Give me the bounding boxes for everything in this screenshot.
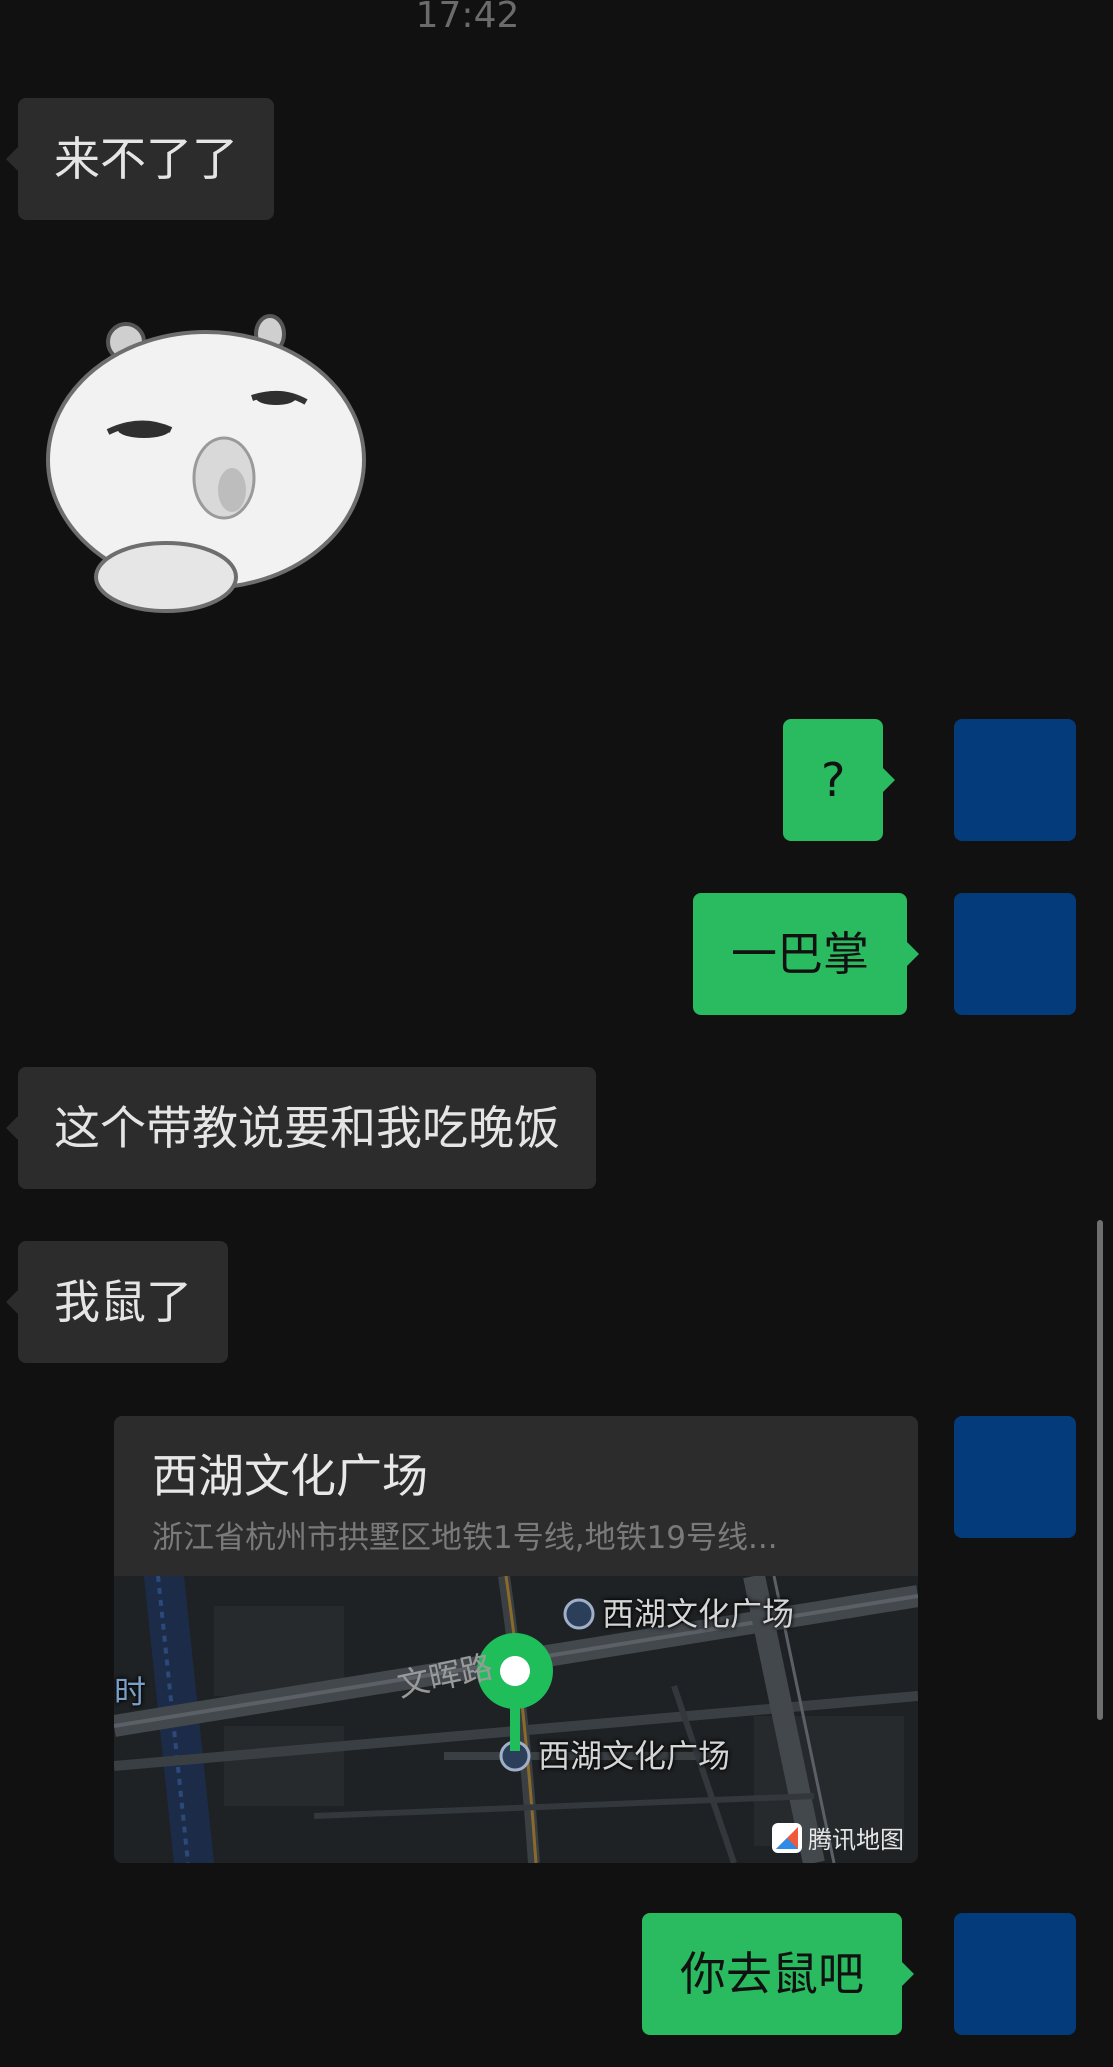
avatar[interactable] [954,1913,1076,2035]
tencent-maps-icon [772,1822,802,1853]
avatar[interactable] [954,893,1076,1015]
message-text: 这个带教说要和我吃晚饭 [54,1101,560,1155]
map-edge-label: 时 [114,1673,147,1711]
chat-timestamp: 17:42 [415,0,520,36]
map-provider-label: 腾讯地图 [808,1826,904,1854]
message-text: ? [821,753,846,807]
scrollbar[interactable] [1097,1220,1103,1720]
message-text: 我鼠了 [54,1275,192,1329]
location-title: 西湖文化广场 [152,1449,428,1503]
message-outgoing[interactable]: 你去鼠吧 [642,1913,914,2035]
map-station-label: 西湖文化广场 [602,1595,795,1633]
message-incoming[interactable]: 这个带教说要和我吃晚饭 [6,1067,596,1189]
map-preview[interactable]: 文晖路 西湖文化广场 西湖文化广场 时 腾讯地图 [114,1576,918,1863]
location-address: 浙江省杭州市拱墅区地铁1号线,地铁19号线... [152,1520,778,1556]
avatar[interactable] [954,1416,1076,1538]
avatar[interactable] [954,719,1076,841]
white-mouse-face-sticker-icon [46,314,366,613]
location-card[interactable]: 西湖文化广场 浙江省杭州市拱墅区地铁1号线,地铁19号线... 文晖路 西湖文化… [114,1416,918,1863]
sticker-message[interactable] [46,312,366,622]
message-text: 来不了了 [54,132,238,186]
message-text: 你去鼠吧 [680,1947,864,2001]
message-text: 一巴掌 [731,927,869,981]
message-outgoing[interactable]: 一巴掌 [693,893,919,1015]
message-incoming[interactable]: 来不了了 [6,98,274,220]
message-outgoing[interactable]: ? [783,719,896,841]
map-station-label: 西湖文化广场 [538,1737,731,1775]
tencent-maps-logo: 腾讯地图 [772,1820,904,1855]
message-incoming[interactable]: 我鼠了 [6,1241,228,1363]
